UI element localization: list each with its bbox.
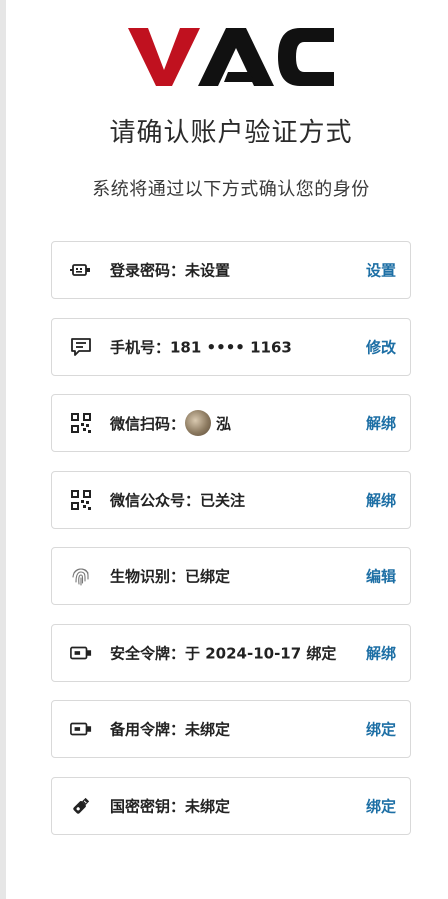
method-label: 微信扫码： 泓 xyxy=(110,410,231,436)
security-token-icon xyxy=(70,718,92,740)
page-title: 请确认账户验证方式 xyxy=(109,118,353,148)
qrcode-icon xyxy=(70,489,92,511)
method-label: 微信公众号：已关注 xyxy=(110,491,246,509)
usb-key-icon xyxy=(70,795,92,817)
method-phone[interactable]: 手机号：181 •••• 1163 修改 xyxy=(51,317,411,376)
method-label: 备用令牌：未绑定 xyxy=(110,720,231,739)
set-password-link[interactable]: 设置 xyxy=(366,260,396,281)
wechat-scan-label: 微信扫码： xyxy=(110,414,186,433)
method-label: 国密密钥：未绑定 xyxy=(110,797,231,815)
page-subtitle: 系统将通过以下方式确认您的身份 xyxy=(92,179,370,200)
sms-message-icon xyxy=(70,336,92,358)
security-token-icon xyxy=(70,642,92,664)
edit-biometric-link[interactable]: 编辑 xyxy=(366,566,396,587)
method-backup-token[interactable]: 备用令牌：未绑定 绑定 xyxy=(51,700,411,758)
password-keypad-icon xyxy=(70,259,92,281)
method-label: 登录密码：未设置 xyxy=(110,261,231,280)
method-wechat-official[interactable]: 微信公众号：已关注 解绑 xyxy=(51,470,411,529)
method-label: 手机号：181 •••• 1163 xyxy=(110,338,292,356)
verification-method-list: 登录密码：未设置 设置 手机号：181 •••• 1163 修改 微信扫码： 泓… xyxy=(51,241,411,853)
method-sm-key[interactable]: 国密密钥：未绑定 绑定 xyxy=(51,776,411,835)
method-login-password[interactable]: 登录密码：未设置 设置 xyxy=(51,241,411,299)
wechat-nickname: 泓 xyxy=(216,414,232,433)
method-biometric[interactable]: 生物识别：已绑定 编辑 xyxy=(51,547,411,605)
unbind-token-link[interactable]: 解绑 xyxy=(366,642,396,663)
modify-phone-link[interactable]: 修改 xyxy=(366,336,396,357)
unbind-wechat-official-link[interactable]: 解绑 xyxy=(366,489,396,510)
vac-logo xyxy=(128,28,334,86)
method-label: 安全令牌：于 2024-10-17 绑定 xyxy=(110,644,337,662)
unbind-wechat-scan-link[interactable]: 解绑 xyxy=(366,413,396,434)
bind-backup-token-link[interactable]: 绑定 xyxy=(366,719,396,740)
bind-sm-key-link[interactable]: 绑定 xyxy=(366,795,396,816)
qrcode-icon xyxy=(70,412,92,434)
fingerprint-icon xyxy=(70,565,92,587)
method-wechat-scan[interactable]: 微信扫码： 泓 解绑 xyxy=(51,394,411,452)
avatar xyxy=(185,410,212,436)
method-label: 生物识别：已绑定 xyxy=(110,567,231,586)
method-security-token[interactable]: 安全令牌：于 2024-10-17 绑定 解绑 xyxy=(51,623,411,682)
